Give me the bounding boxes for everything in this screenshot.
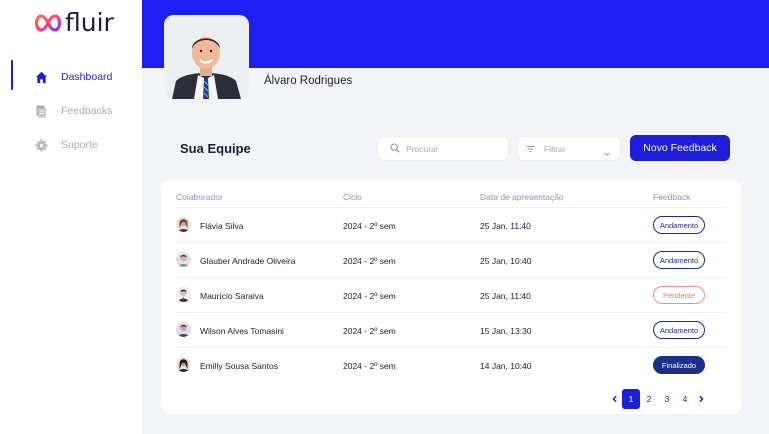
status-badge[interactable]: Andamento [653,251,705,269]
team-title: Sua Equipe [180,141,251,156]
sidebar-nav: Dashboard Feedbacks Suporte [0,60,142,162]
table-header: Colaborador Ciclo Data de apresentação F… [176,190,726,208]
chevron-right-icon [699,395,704,403]
next-page-button[interactable] [694,389,708,409]
row-cycle: 2024 - 2º sem [343,291,396,301]
column-header-data[interactable]: Data de apresentação [480,192,564,202]
row-date: 25 Jan, 10:40 [480,256,532,266]
sidebar-item-suporte[interactable]: Suporte [0,128,142,162]
page-button-3[interactable]: 3 [658,389,676,409]
avatar [176,287,191,302]
gear-icon [34,138,48,152]
filter-label: Filtrar [544,143,566,154]
sidebar-item-feedbacks[interactable]: Feedbacks [0,94,142,128]
row-name: Flávia Silva [200,221,244,231]
row-name: Emilly Sousa Santos [200,361,278,371]
avatar [176,322,191,337]
table-row[interactable]: Emilly Sousa Santos 2024 - 2º sem 14 Jan… [176,348,726,383]
status-badge[interactable]: Andamento [653,321,705,339]
row-date: 15 Jan, 13:30 [480,326,532,336]
avatar [176,357,191,372]
new-feedback-button[interactable]: Novo Feedback [630,135,730,161]
page-button-2[interactable]: 2 [640,389,658,409]
document-icon [34,104,48,118]
row-name: Wilson Alves Tomasini [200,326,284,336]
filter-icon [526,140,535,158]
logo-text: fluir [65,8,114,37]
page-button-4[interactable]: 4 [676,389,694,409]
row-date: 14 Jan, 10:40 [480,361,532,371]
pagination: 1 2 3 4 [608,389,708,409]
row-cycle: 2024 - 2º sem [343,256,396,266]
search-icon [390,140,400,158]
status-badge[interactable]: Finalizado [653,356,705,374]
chevron-down-icon [603,145,611,156]
sidebar-item-label: Dashboard [61,71,113,83]
avatar [176,217,191,232]
logo[interactable]: fluir [33,10,114,36]
row-cycle: 2024 - 2º sem [343,326,396,336]
row-date: 25 Jan, 11:40 [480,221,531,231]
row-cycle: 2024 - 2º sem [343,361,396,371]
profile-name: Álvaro Rodrigues [264,75,353,87]
row-cycle: 2024 - 2º sem [343,221,396,231]
home-icon [34,70,48,84]
avatar [176,252,191,267]
search-box[interactable] [377,136,509,161]
page-button-1[interactable]: 1 [622,389,640,409]
profile-avatar[interactable] [164,15,249,99]
row-name: Glauber Andrade Oliveira [200,256,296,266]
sidebar-item-dashboard[interactable]: Dashboard [0,60,142,94]
status-badge[interactable]: Pendente [653,286,705,304]
table-row[interactable]: Flávia Silva 2024 - 2º sem 25 Jan, 11:40… [176,208,726,243]
search-input[interactable] [406,143,501,154]
table-row[interactable]: Maurício Saraiva 2024 - 2º sem 25 Jan, 1… [176,278,726,313]
chevron-left-icon [612,395,617,403]
sidebar: fluir Dashboard Feedbacks Suporte [0,0,142,434]
table-row[interactable]: Glauber Andrade Oliveira 2024 - 2º sem 2… [176,243,726,278]
sidebar-item-label: Feedbacks [61,105,113,117]
row-date: 25 Jan, 11:40 [480,291,531,301]
row-name: Maurício Saraiva [200,291,264,301]
status-badge[interactable]: Andamento [653,216,705,234]
table-row[interactable]: Wilson Alves Tomasini 2024 - 2º sem 15 J… [176,313,726,348]
previous-page-button[interactable] [608,389,622,409]
infinity-logo-icon [34,14,62,32]
column-header-feedback[interactable]: Feedback [653,192,690,202]
column-header-colaborador[interactable]: Colaborador [176,192,223,202]
profile-photo [164,15,249,99]
sidebar-item-label: Suporte [61,139,98,151]
filter-dropdown[interactable]: Filtrar [517,136,621,161]
column-header-ciclo[interactable]: Ciclo [343,192,362,202]
